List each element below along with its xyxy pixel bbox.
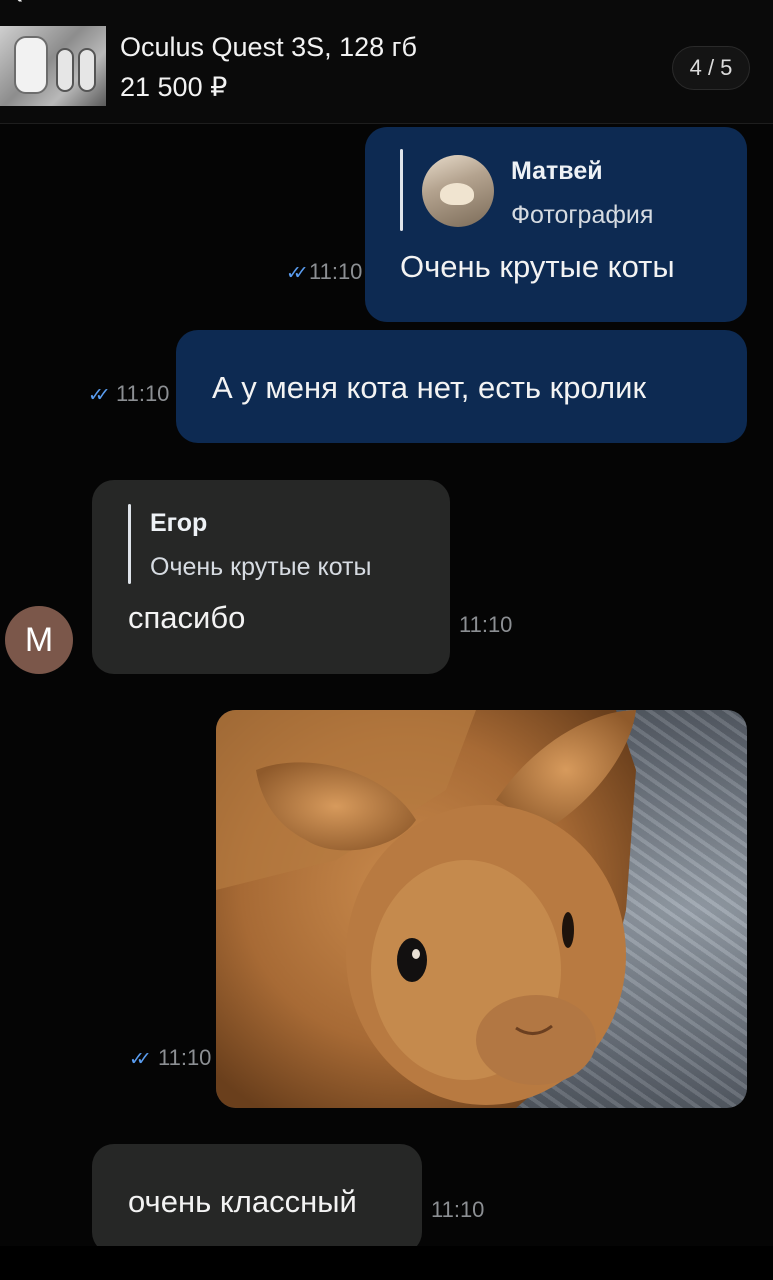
message-time: 11:10 — [459, 612, 513, 637]
message-time: 11:10 — [158, 1045, 212, 1070]
back-arrow-icon[interactable]: ‹ — [12, 0, 42, 10]
message-time: 11:10 — [309, 259, 363, 284]
bottom-edge — [0, 1246, 773, 1280]
outgoing-message-bubble[interactable]: А у меня кота нет, есть кролик — [176, 330, 747, 443]
cat-image — [440, 183, 474, 205]
message-text: спасибо — [128, 600, 246, 635]
incoming-message-bubble[interactable]: Егор Очень крутые коты спасибо — [92, 480, 450, 674]
chat-header: ‹ Oculus Quest 3S, 128 гб 21 500 ₽ 4 / 5 — [0, 0, 773, 124]
read-ticks-icon: ✓✓ — [286, 263, 309, 284]
message-time: 11:10 — [116, 381, 170, 406]
sender-avatar[interactable]: М — [5, 606, 73, 674]
message-time: 11:10 — [431, 1197, 485, 1222]
reply-author: Матвей — [511, 157, 603, 185]
rabbit-illustration — [216, 710, 636, 1108]
message-text: очень классный — [128, 1184, 357, 1219]
product-price: 21 500 ₽ — [120, 72, 228, 102]
product-thumbnail[interactable] — [0, 26, 106, 106]
read-ticks-icon: ✓✓ — [88, 385, 111, 406]
reply-snippet: Фотография — [511, 201, 654, 229]
reply-snippet: Очень крутые коты — [150, 553, 372, 581]
chat-screen: ‹ Oculus Quest 3S, 128 гб 21 500 ₽ 4 / 5… — [0, 0, 773, 1280]
product-title[interactable]: Oculus Quest 3S, 128 гб — [120, 32, 417, 63]
controller-image — [78, 48, 96, 92]
page-counter[interactable]: 4 / 5 — [672, 46, 750, 90]
reply-quote-bar — [400, 149, 403, 231]
reply-author: Егор — [150, 509, 208, 537]
rabbit-photo[interactable] — [216, 710, 747, 1108]
headset-image — [14, 36, 48, 94]
message-text: А у меня кота нет, есть кролик — [212, 370, 646, 405]
controller-image — [56, 48, 74, 92]
reply-quote-bar — [128, 504, 131, 584]
reply-photo-thumbnail[interactable] — [422, 155, 494, 227]
message-text: Очень крутые коты — [400, 249, 675, 284]
outgoing-message-bubble[interactable]: Матвей Фотография Очень крутые коты — [365, 127, 747, 322]
incoming-message-bubble[interactable]: очень классный — [92, 1144, 422, 1254]
read-ticks-icon: ✓✓ — [129, 1049, 152, 1070]
